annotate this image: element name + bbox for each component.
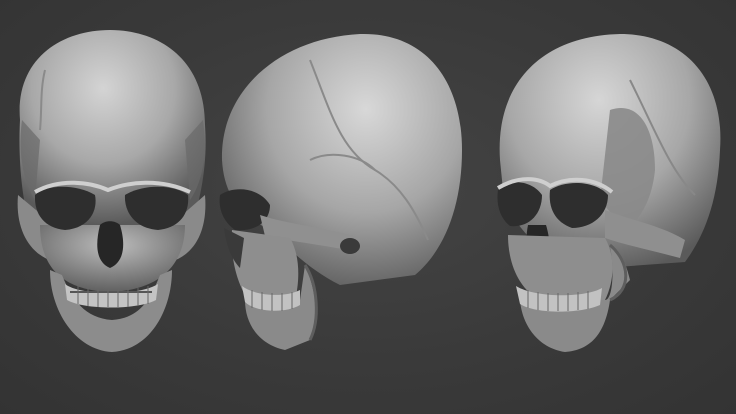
skull-side-view — [200, 0, 480, 414]
skull-front-view — [0, 0, 230, 414]
sculpt-viewport — [0, 0, 736, 414]
skull-three-quarter-view — [480, 0, 736, 414]
